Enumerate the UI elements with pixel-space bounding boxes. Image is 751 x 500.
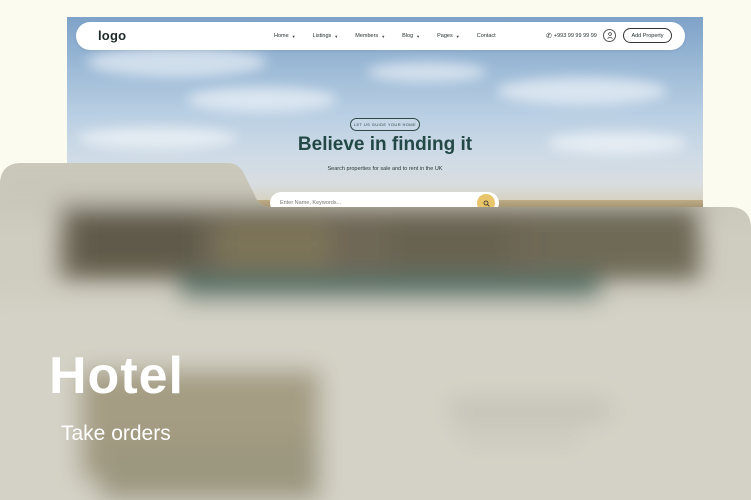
card-title: Hotel [49,347,184,405]
hotel-showcase-card[interactable]: Hotel Take orders [0,0,751,500]
card-subtitle: Take orders [61,422,171,445]
